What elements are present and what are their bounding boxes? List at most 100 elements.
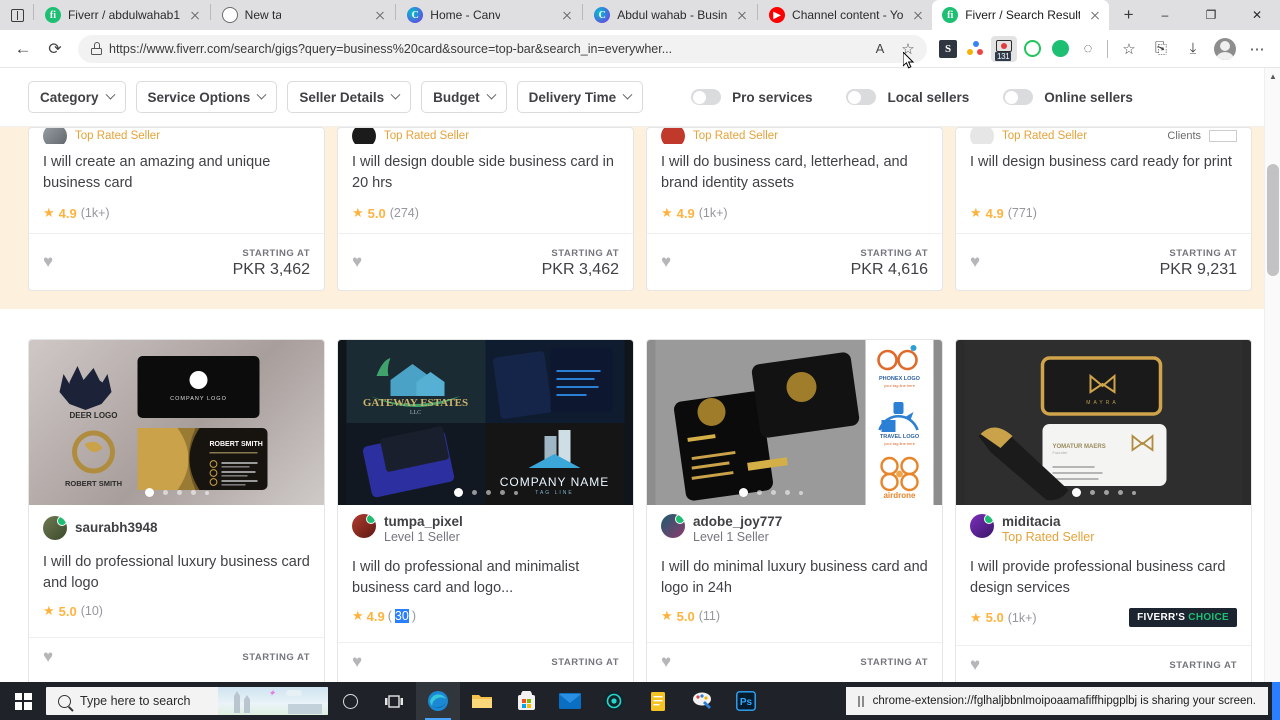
tab-channel-content-youtube[interactable]: ▶ Channel content - You [759,0,932,30]
gig-image-carousel[interactable]: DEER LOGO ROBERT SMITH COMPANY LOGO ROBE… [29,340,324,505]
close-icon[interactable] [1087,7,1103,23]
seller-row[interactable]: saurabh3948 [29,505,324,540]
carousel-dots[interactable] [453,488,518,497]
gig-card[interactable]: GATEWAY ESTATES LLC COMPANY NAME TAG LIN… [337,339,634,685]
seller-row[interactable]: miditacia Top Rated Seller [956,505,1251,545]
gig-image-carousel[interactable]: PHONEX LOGO your tag line here TRAVEL LO… [647,340,942,505]
carousel-dots[interactable] [738,488,803,497]
carousel-dot[interactable] [784,490,790,495]
notepad-icon[interactable] [636,682,680,720]
profile-avatar[interactable] [1210,34,1240,64]
carousel-dot[interactable] [756,490,762,495]
filter-delivery-time[interactable]: Delivery Time [516,81,644,113]
gig-card[interactable]: Top Rated Seller I will create an amazin… [28,127,325,291]
close-icon[interactable] [372,7,388,23]
switch-track[interactable] [1003,89,1034,105]
close-window-button[interactable]: ✕ [1234,0,1280,30]
carousel-dot-active[interactable] [453,488,463,497]
edge-icon[interactable] [416,682,460,720]
tab-home-canva[interactable]: C Home - Canva [397,0,581,30]
vertical-scrollbar[interactable]: ▲ ▼ [1264,68,1280,720]
favorite-heart-icon[interactable]: ♥ [970,656,980,673]
gig-title[interactable]: I will provide professional business car… [956,545,1251,600]
favorite-heart-icon[interactable]: ♥ [43,253,53,270]
switch-track[interactable] [846,89,877,105]
address-bar[interactable]: https://www.fiverr.com/search/gigs?query… [78,34,927,63]
carousel-dot[interactable] [499,490,505,495]
carousel-dot[interactable] [471,490,477,495]
three-dots-extension-icon[interactable] [963,36,989,62]
back-button[interactable]: ← [8,34,38,64]
gig-title[interactable]: I will do professional and minimalist bu… [338,545,633,600]
scroll-up-arrow-icon[interactable]: ▲ [1265,68,1280,85]
tab-fiverr-profile[interactable]: fi Fiverr / abdulwahab12 [35,0,209,30]
start-button[interactable] [0,682,46,720]
carousel-dot[interactable] [1117,490,1123,495]
task-view-icon[interactable] [372,682,416,720]
filter-budget[interactable]: Budget [421,81,507,113]
collections-icon[interactable]: ⎘ [1146,34,1176,64]
gig-card[interactable]: MAYRA YOMATUR MAERS Founder miditacia To… [955,339,1252,685]
carousel-dot[interactable] [770,490,776,495]
seller-row[interactable]: adobe_joy777 Level 1 Seller [647,505,942,545]
pause-icon[interactable] [857,695,864,707]
favorite-heart-icon[interactable]: ♥ [43,648,53,665]
gig-image-carousel[interactable]: MAYRA YOMATUR MAERS Founder [956,340,1251,505]
tab-abdul-wahab-business[interactable]: C Abdul wahab - Busine [584,0,756,30]
carousel-dot[interactable] [485,490,491,495]
gig-card[interactable]: Top Rated Seller I will do business card… [646,127,943,291]
screen-sharing-notification[interactable]: chrome-extension://fglhaljbbnlmoipoaamaf… [845,687,1268,715]
screen-recorder-extension-icon[interactable]: 131 [991,35,1017,62]
cortana-icon[interactable] [328,682,372,720]
green-circle-extension-icon[interactable] [1019,36,1045,62]
carousel-dot[interactable] [204,490,209,495]
file-explorer-icon[interactable] [460,682,504,720]
gig-image-carousel[interactable]: GATEWAY ESTATES LLC COMPANY NAME TAG LIN… [338,340,633,505]
carousel-dots[interactable] [144,488,209,497]
filter-category[interactable]: Category [28,81,126,113]
favorites-icon[interactable]: ☆ [1114,34,1144,64]
search-input[interactable]: Type here to search ✦ [46,687,328,715]
carousel-dot[interactable] [190,490,196,495]
gig-card[interactable]: Top Rated Seller Clients I will design b… [955,127,1252,291]
carousel-dot[interactable] [1103,490,1109,495]
carousel-dot[interactable] [176,490,182,495]
gig-title[interactable]: I will do professional luxury business c… [29,540,324,595]
carousel-dot[interactable] [513,490,518,495]
obs-icon[interactable] [592,682,636,720]
carousel-dots[interactable] [1071,488,1136,497]
review-count-number-selected[interactable]: 30 [394,609,409,623]
paint-icon[interactable] [680,682,724,720]
carousel-dot-active[interactable] [1071,488,1081,497]
scrollbar-thumb[interactable] [1267,164,1279,276]
gig-title[interactable]: I will design business card ready for pr… [956,144,1251,199]
carousel-dot[interactable] [1089,490,1095,495]
favorite-heart-icon[interactable]: ♥ [661,253,671,270]
gig-title[interactable]: I will design double side business card … [338,144,633,199]
switch-track[interactable] [691,89,722,105]
filter-service-options[interactable]: Service Options [135,81,278,113]
toggle-local-sellers[interactable]: Local sellers [846,89,969,105]
ghost-extension-icon[interactable]: ◌ [1075,36,1101,62]
tab-search-button[interactable] [2,0,32,30]
favorite-heart-icon[interactable]: ♥ [352,653,362,670]
carousel-dot[interactable] [1131,490,1136,495]
new-tab-button[interactable]: + [1115,1,1142,29]
microsoft-store-icon[interactable] [504,682,548,720]
carousel-dot[interactable] [162,490,168,495]
gig-title[interactable]: I will create an amazing and unique busi… [29,144,324,199]
seller-name[interactable]: miditacia [1002,514,1094,530]
seller-row[interactable]: tumpa_pixel Level 1 Seller [338,505,633,545]
shield-green-extension-icon[interactable] [1047,36,1073,62]
tab-fiverr-search-results[interactable]: fi Fiverr / Search Results [932,0,1110,30]
maximize-button[interactable]: ❐ [1188,0,1234,30]
filter-seller-details[interactable]: Seller Details [287,81,412,113]
gig-card[interactable]: Top Rated Seller I will design double si… [337,127,634,291]
gig-card[interactable]: DEER LOGO ROBERT SMITH COMPANY LOGO ROBE… [28,339,325,685]
reload-button[interactable]: ⟳ [40,34,70,64]
minimize-button[interactable]: – [1142,0,1188,30]
close-icon[interactable] [910,7,926,23]
toggle-online-sellers[interactable]: Online sellers [1003,89,1133,105]
toggle-pro-services[interactable]: Pro services [691,89,812,105]
favorite-heart-icon[interactable]: ♥ [661,653,671,670]
